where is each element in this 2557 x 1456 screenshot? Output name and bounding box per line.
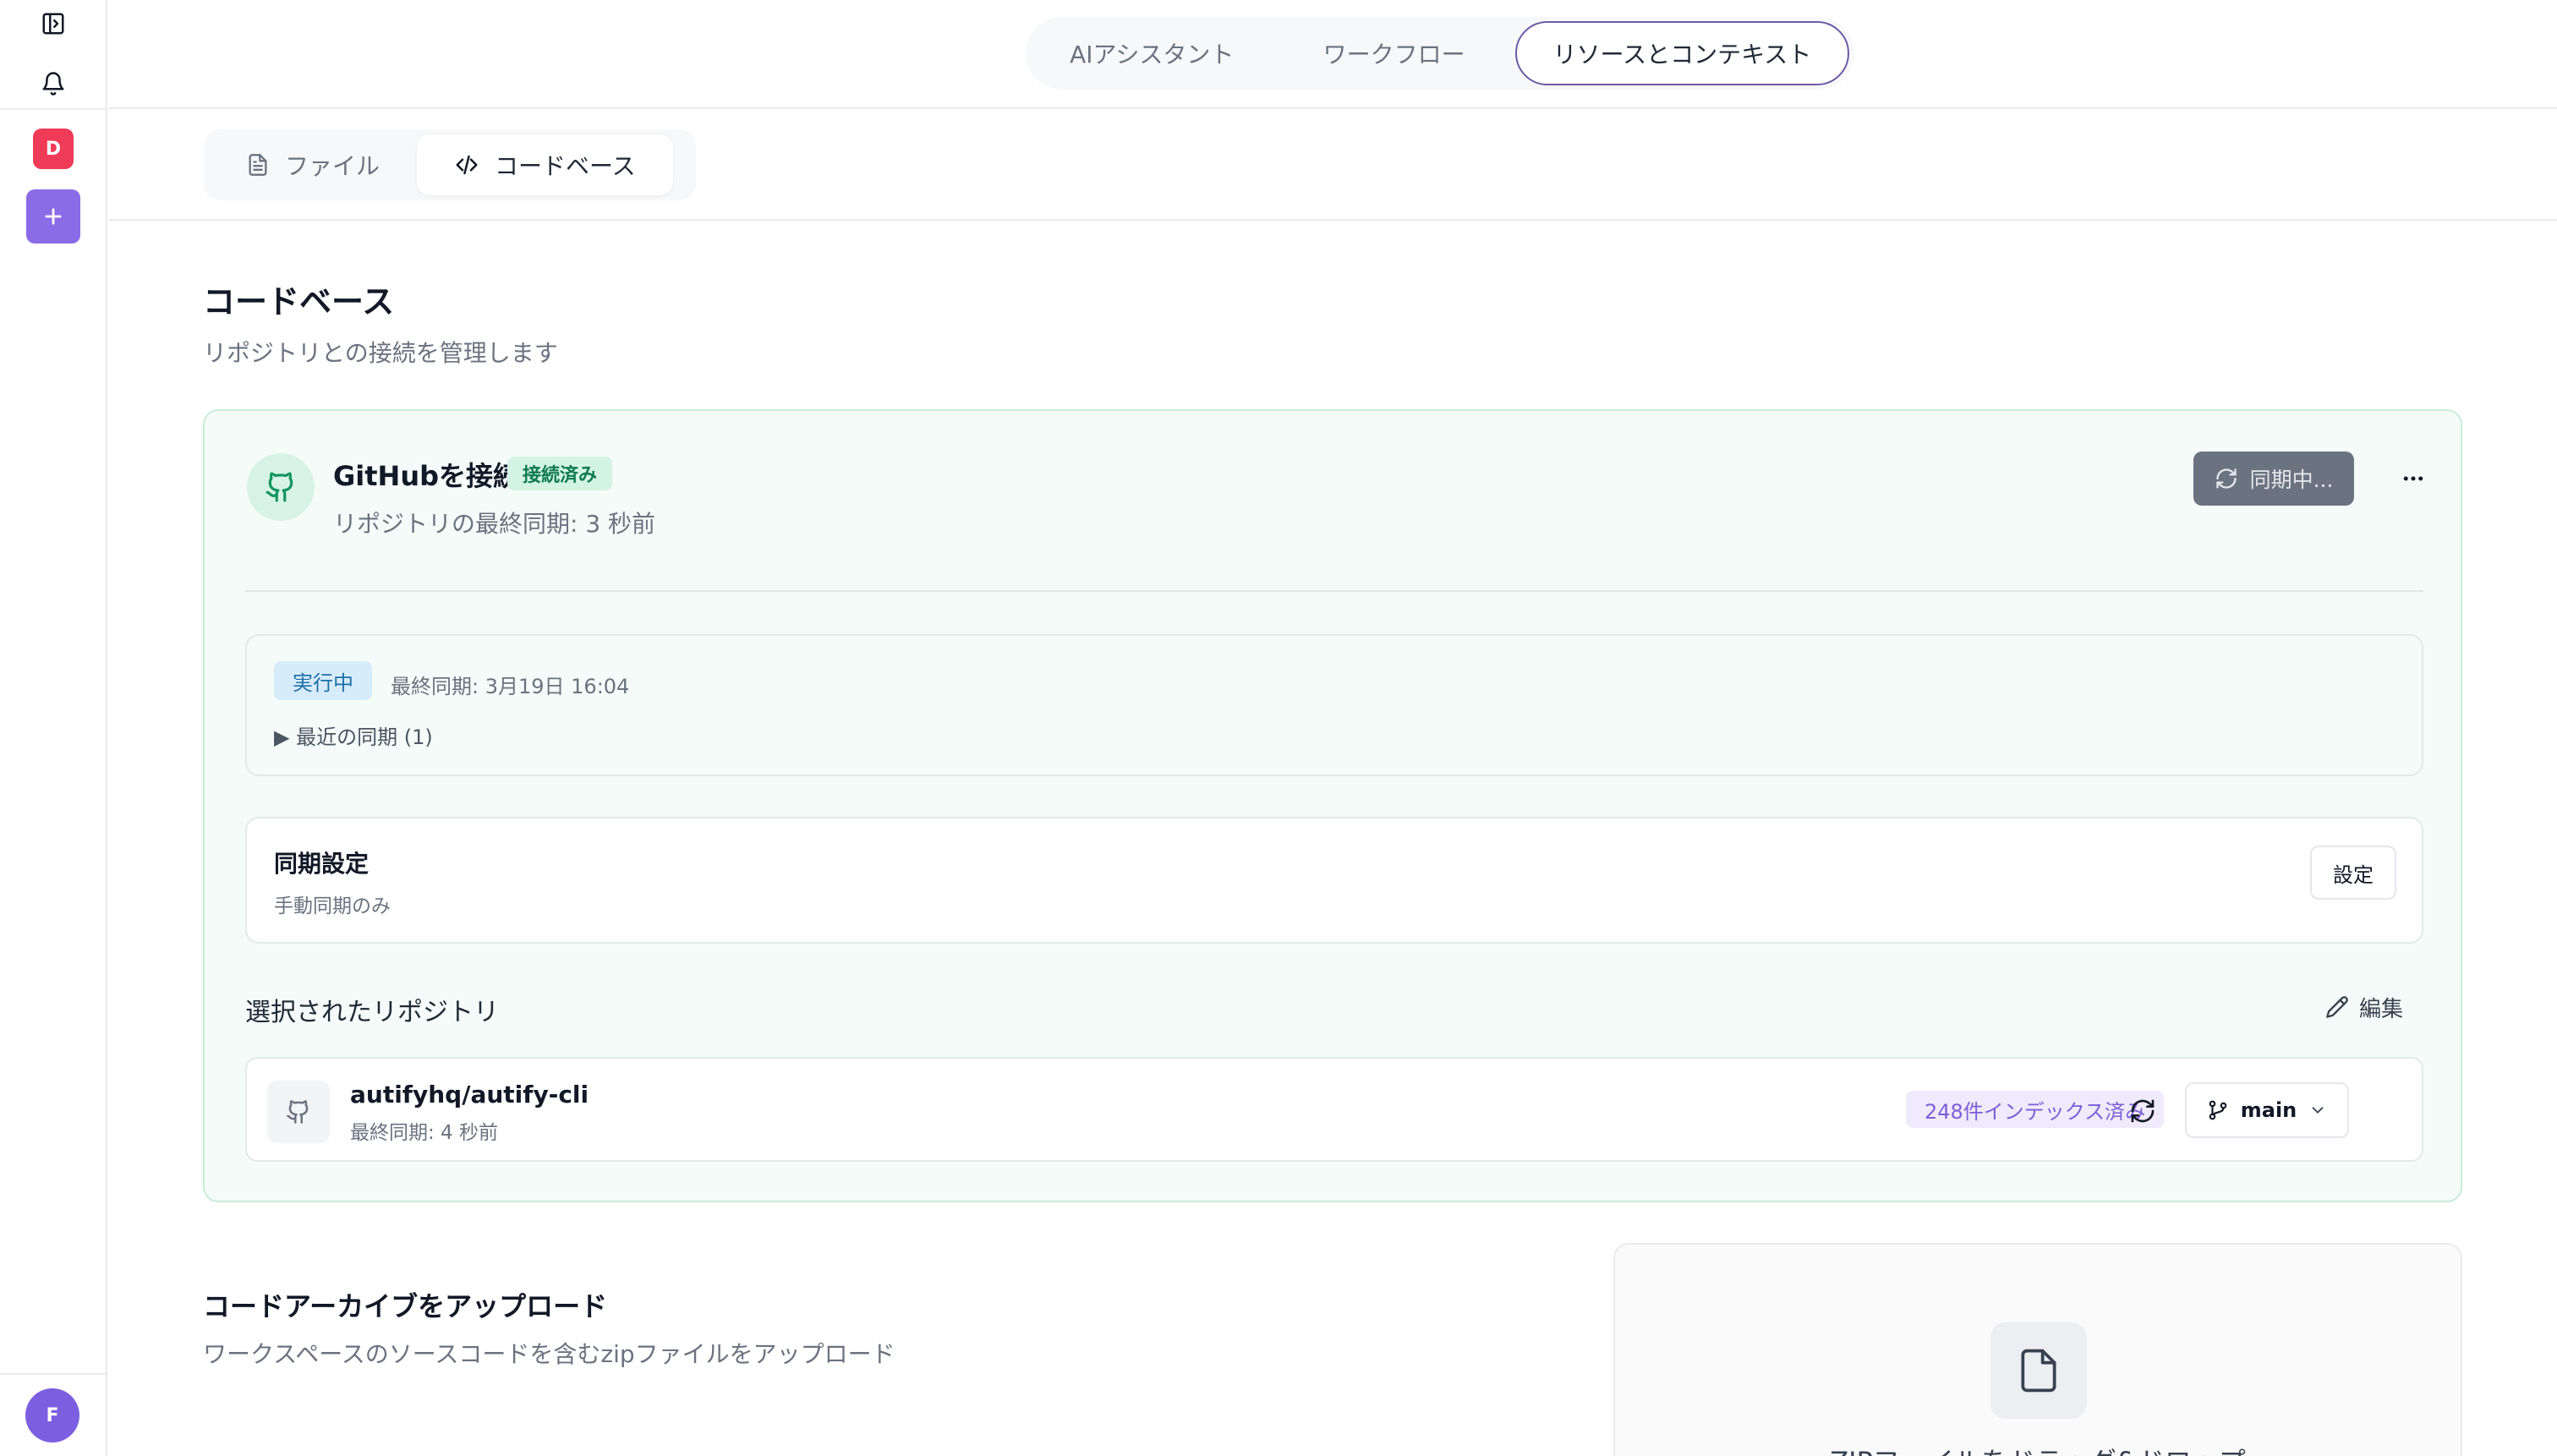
more-horizontal-icon	[2403, 476, 2423, 481]
tab-ai-assistant[interactable]: AIアシスタント	[1031, 21, 1273, 85]
connected-badge: 接続済み	[507, 457, 613, 490]
github-last-sync: リポジトリの最終同期: 3 秒前	[333, 510, 656, 538]
refresh-icon	[2215, 468, 2237, 489]
user-avatar[interactable]: F	[25, 1388, 79, 1442]
pencil-icon	[2326, 996, 2348, 1018]
github-icon	[266, 472, 293, 502]
tab-workflow[interactable]: ワークフロー	[1273, 21, 1514, 85]
github-logo	[247, 453, 315, 521]
repo-name: autifyhq/autify-cli	[350, 1081, 589, 1108]
repo-icon-tile	[267, 1081, 330, 1143]
sidebar-toggle-icon	[42, 13, 64, 35]
bell-icon	[42, 72, 64, 96]
sync-settings-title: 同期設定	[274, 850, 370, 878]
branch-select[interactable]: main	[2185, 1082, 2349, 1138]
github-icon	[287, 1100, 309, 1124]
repo-last-sync: 最終同期: 4 秒前	[350, 1122, 499, 1144]
add-workspace-button[interactable]	[26, 189, 80, 244]
archive-subtitle: ワークスペースのソースコードを含むzipファイルをアップロード	[203, 1340, 895, 1368]
top-bar: AIアシスタント ワークフロー リソースとコンテキスト	[109, 0, 2557, 109]
zip-dropzone[interactable]: ZIPファイルをドラッグ&ドロップ	[1613, 1243, 2462, 1456]
code-icon	[456, 155, 478, 175]
selected-repos-heading: 選択されたリポジトリ	[245, 998, 499, 1027]
sidebar-toggle-button[interactable]	[34, 7, 73, 41]
github-connection-card: GitHubを接続 接続済み リポジトリの最終同期: 3 秒前 同期中... 実…	[203, 409, 2462, 1202]
git-branch-icon	[2209, 1100, 2227, 1120]
file-icon	[2021, 1349, 2056, 1393]
sync-button[interactable]: 同期中...	[2193, 452, 2354, 506]
sidebar-divider	[0, 1373, 106, 1375]
file-icon-tile	[1990, 1322, 2087, 1419]
chevron-down-icon	[2312, 1107, 2324, 1114]
recent-syncs-toggle[interactable]: ▶ 最近の同期 (1)	[274, 720, 433, 750]
sync-run-status: 実行中 最終同期: 3月19日 16:04 ▶ 最近の同期 (1)	[245, 634, 2423, 776]
tab-files-label: ファイル	[285, 152, 381, 180]
more-options-button[interactable]	[2388, 453, 2439, 504]
resource-tabs: ファイル コードベース	[204, 129, 696, 200]
sync-settings: 同期設定 手動同期のみ 設定	[245, 817, 2423, 944]
tab-resources-context[interactable]: リソースとコンテキスト	[1514, 21, 1849, 85]
refresh-icon	[2131, 1099, 2155, 1123]
sync-settings-subtitle: 手動同期のみ	[274, 895, 391, 917]
file-icon	[249, 154, 267, 176]
tab-codebase-label: コードベース	[495, 152, 636, 180]
sub-tab-bar: ファイル コードベース	[109, 111, 2557, 221]
notifications-button[interactable]	[34, 66, 73, 101]
run-last-sync: 最終同期: 3月19日 16:04	[391, 675, 630, 698]
page-title: コードベース	[203, 283, 395, 320]
github-title: GitHubを接続	[333, 460, 521, 492]
running-badge: 実行中	[274, 661, 372, 700]
tab-codebase[interactable]: コードベース	[417, 134, 673, 195]
edit-repos-button[interactable]: 編集	[2325, 986, 2403, 1028]
repo-row: autifyhq/autify-cli 最終同期: 4 秒前 248件インデック…	[245, 1057, 2423, 1162]
main-tabs: AIアシスタント ワークフロー リソースとコンテキスト	[1026, 17, 1854, 90]
card-divider	[245, 590, 2423, 592]
plus-icon	[45, 208, 62, 225]
archive-title: コードアーカイブをアップロード	[203, 1290, 608, 1322]
workspace-avatar[interactable]: D	[33, 129, 74, 169]
dropzone-text: ZIPファイルをドラッグ&ドロップ	[1615, 1441, 2461, 1456]
branch-name: main	[2240, 1098, 2297, 1122]
repo-resync-button[interactable]	[2122, 1091, 2163, 1131]
tab-files[interactable]: ファイル	[209, 134, 417, 195]
sidebar-divider	[0, 108, 106, 110]
page-subtitle: リポジトリとの接続を管理します	[203, 339, 558, 367]
edit-label: 編集	[2359, 996, 2404, 1022]
sync-button-label: 同期中...	[2249, 468, 2334, 492]
settings-button[interactable]: 設定	[2310, 846, 2396, 900]
sidebar: D F	[0, 0, 107, 1456]
